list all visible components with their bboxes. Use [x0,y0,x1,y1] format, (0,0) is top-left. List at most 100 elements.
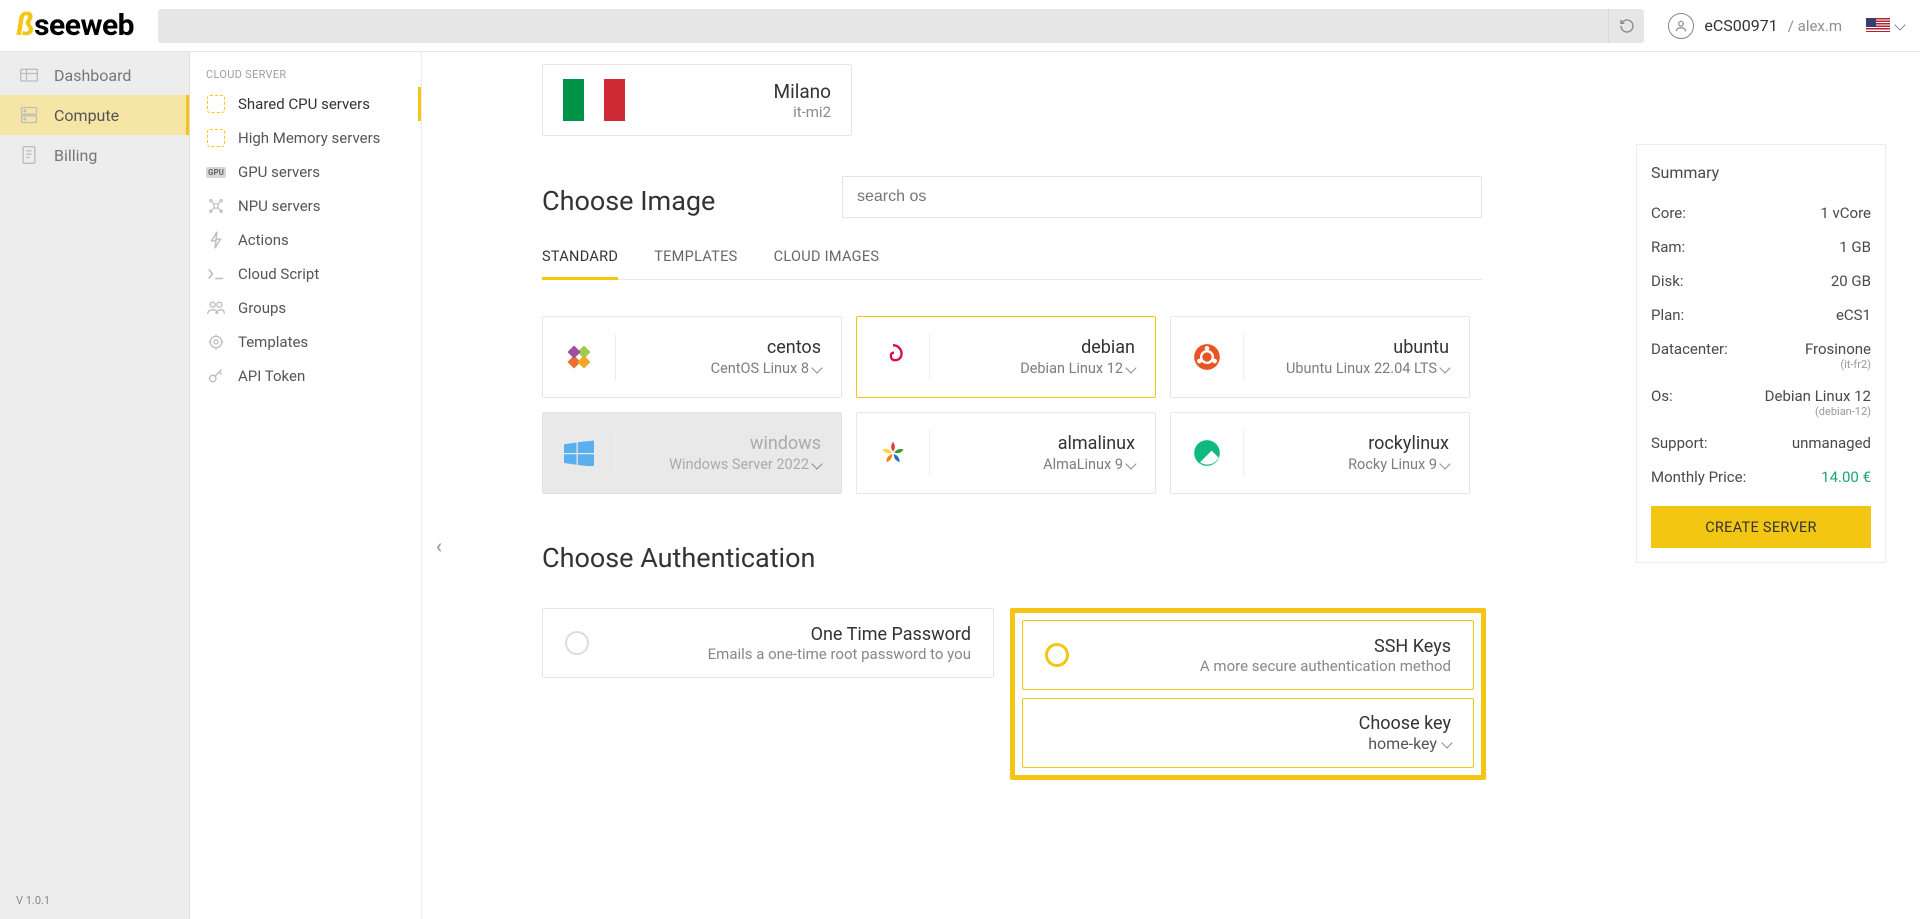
os-version: CentOS Linux 8 [711,360,809,377]
groups-icon [206,300,226,316]
auth-subtitle: Emails a one-time root password to you [609,645,971,663]
nav-item-label: Billing [54,146,97,165]
refresh-icon [1619,18,1635,34]
nav-item-label: API Token [238,367,305,385]
os-version: Rocky Linux 9 [1348,456,1437,473]
os-rockylinux[interactable]: rockylinux Rocky Linux 9 [1170,412,1470,494]
flag-it-icon [563,79,625,121]
auth-ssh-highlight: SSH KeysA more secure authentication met… [1010,608,1486,780]
tab-templates[interactable]: TEMPLATES [654,238,737,279]
nav-item-label: Compute [54,106,119,125]
auth-ssh[interactable]: SSH KeysA more secure authentication met… [1022,620,1474,690]
nav-api-token[interactable]: API Token [190,359,421,393]
chevron-down-icon[interactable] [811,362,822,373]
flag-us-icon [1866,18,1890,34]
radio-icon [1045,643,1069,667]
bolt-icon [206,231,226,249]
nav-item-label: High Memory servers [238,129,380,147]
os-windows: windowsWindows Server 2022 [542,412,842,494]
chevron-down-icon [1441,737,1452,748]
chip-icon [206,95,226,113]
section-choose-image: Choose Image [542,185,715,217]
logo[interactable]: ßseeweb [16,8,134,43]
os-debian[interactable]: debianDebian Linux 12 [856,316,1156,398]
locale-switch[interactable] [1866,18,1904,34]
gpu-icon: GPU [206,167,226,178]
os-name: ubuntu [1258,337,1449,358]
nav-gpu[interactable]: GPU GPU servers [190,155,421,189]
nav-actions[interactable]: Actions [190,223,421,257]
collapse-sidebar-button[interactable]: ‹‹ [422,522,450,570]
npu-icon [206,197,226,215]
dashboard-icon [18,67,40,85]
tab-cloud-images[interactable]: CLOUD IMAGES [774,238,880,279]
choose-key-value: home-key [1368,734,1437,753]
nav-groups[interactable]: Groups [190,291,421,325]
image-tabs: STANDARD TEMPLATES CLOUD IMAGES [542,238,1482,280]
search-refresh-button[interactable] [1608,9,1644,43]
global-search [158,9,1644,43]
summary-row-support: Support:unmanaged [1651,426,1871,460]
auth-title: One Time Password [609,624,971,645]
search-input[interactable] [158,9,1608,43]
almalinux-logo-icon [871,438,915,468]
billing-icon [18,145,40,165]
os-version: Ubuntu Linux 22.04 LTS [1286,360,1437,377]
debian-logo-icon [871,342,915,372]
nav-templates[interactable]: Templates [190,325,421,359]
os-ubuntu[interactable]: ubuntu Ubuntu Linux 22.04 LTS [1170,316,1470,398]
nav-compute[interactable]: Compute [0,95,189,135]
os-name: centos [630,337,821,358]
auth-otp[interactable]: One Time PasswordEmails a one-time root … [542,608,994,678]
summary-title: Summary [1651,163,1871,182]
os-centos[interactable]: centos CentOS Linux 8 [542,316,842,398]
nav-shared-cpu[interactable]: Shared CPU servers [190,87,421,121]
chevron-down-icon[interactable] [1125,458,1136,469]
account-user: / alex.m [1788,17,1842,35]
chevron-down-icon [811,458,822,469]
choose-key-select[interactable]: Choose keyhome-key [1022,698,1474,768]
logo-glyph: ß [16,8,34,43]
location-city: Milano [643,80,831,103]
radio-icon [565,631,589,655]
summary-row-disk: Disk:20 GB [1651,264,1871,298]
nav-npu[interactable]: NPU servers [190,189,421,223]
compute-icon [18,105,40,125]
nav-item-label: Shared CPU servers [238,95,370,113]
chevron-down-icon[interactable] [1125,362,1136,373]
account-id: eCS00971 [1704,16,1777,35]
summary-row-os: Os:Debian Linux 12(debian-12) [1651,379,1871,426]
create-server-button[interactable]: CREATE SERVER [1651,506,1871,548]
chevron-down-icon[interactable] [1439,458,1450,469]
search-os-input[interactable] [842,176,1482,218]
os-almalinux[interactable]: almalinuxAlmaLinux 9 [856,412,1156,494]
main-content: ‹‹ Milano it-mi2 Choose Image STANDARD T… [422,52,1920,919]
nav-item-label: Actions [238,231,289,249]
script-icon [206,267,226,281]
location-card[interactable]: Milano it-mi2 [542,64,852,136]
os-version: Debian Linux 12 [1020,360,1123,377]
topbar: ßseeweb eCS00971 / alex.m [0,0,1920,52]
summary-row-datacenter: Datacenter:Frosinone(it-fr2) [1651,332,1871,379]
location-code: it-mi2 [643,103,831,121]
nav-item-label: GPU servers [238,163,320,181]
account-menu[interactable]: eCS00971 / alex.m [1668,13,1842,39]
nav-item-label: Groups [238,299,286,317]
os-version: AlmaLinux 9 [1043,456,1123,473]
summary-row-core: Core:1 vCore [1651,196,1871,230]
primary-nav: Dashboard Compute Billing V 1.0.1 [0,52,190,919]
nav-dashboard[interactable]: Dashboard [0,56,189,95]
nav-high-memory[interactable]: High Memory servers [190,121,421,155]
chevron-down-icon [1894,19,1905,30]
os-name: rockylinux [1258,433,1449,454]
logo-text: seeweb [34,8,134,43]
nav-section-header: CLOUD SERVER [190,60,421,87]
nav-cloud-script[interactable]: Cloud Script [190,257,421,291]
chevron-down-icon[interactable] [1439,362,1450,373]
secondary-nav: CLOUD SERVER Shared CPU servers High Mem… [190,52,422,919]
nav-billing[interactable]: Billing [0,135,189,175]
chip-icon [206,129,226,147]
tab-standard[interactable]: STANDARD [542,238,618,280]
templates-icon [206,333,226,351]
auth-subtitle: A more secure authentication method [1089,657,1451,675]
